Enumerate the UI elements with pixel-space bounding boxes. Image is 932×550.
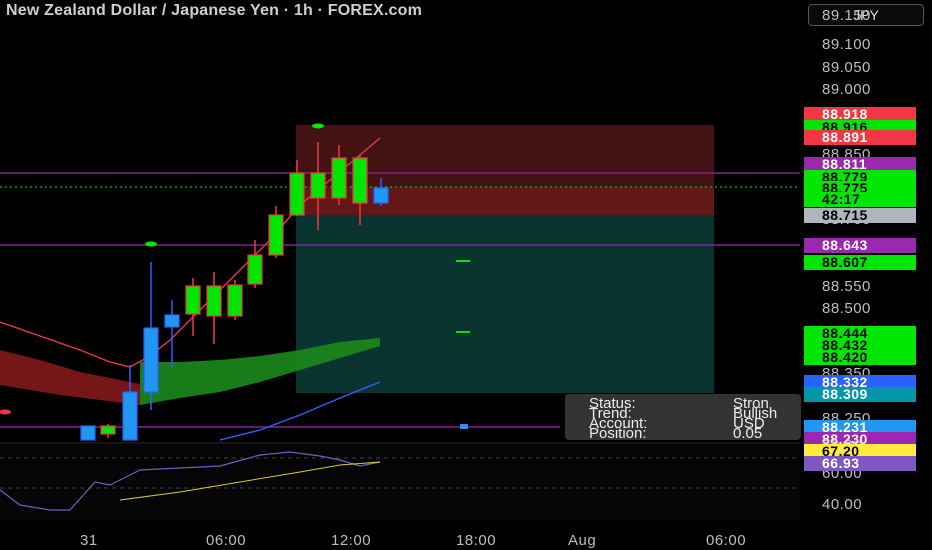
time-axis-label: 06:00 (206, 532, 247, 549)
price-axis-label: 89.150 (822, 7, 871, 24)
candle-down (143, 327, 159, 393)
price-tag: 42:17 (804, 192, 916, 207)
status-value: 0.05 (733, 425, 763, 440)
indicator-pane (0, 444, 800, 520)
signal-marker (145, 241, 157, 247)
price-axis-label: 89.000 (822, 81, 871, 98)
take-profit-zone (296, 215, 714, 393)
candle-up (247, 254, 263, 285)
status-panel: Status: Stron Trend: Bullish Account: USD Posi… (565, 394, 801, 440)
time-axis-label: 31 (80, 532, 98, 549)
price-chart[interactable] (0, 0, 932, 550)
price-axis-label: 88.500 (822, 300, 871, 317)
indicator-axis-label: 40.00 (822, 496, 863, 513)
candle-up (100, 425, 116, 435)
price-tag: 88.715 (804, 208, 916, 223)
status-label: Position: (589, 425, 647, 440)
time-axis-label: Aug (568, 532, 597, 549)
entry-marker (460, 424, 468, 429)
bear-cloud (0, 350, 140, 405)
candle-up (185, 285, 201, 315)
price-tag: 88.420 (804, 350, 916, 365)
candle-down (80, 425, 96, 441)
candle-down (373, 187, 389, 204)
candle-down (164, 314, 180, 328)
candle-up (227, 284, 243, 317)
price-axis-label: 89.050 (822, 59, 871, 76)
time-axis-label: 12:00 (331, 532, 372, 549)
time-axis-label: 18:00 (456, 532, 497, 549)
candle-up (289, 172, 305, 216)
candle-up (310, 172, 326, 199)
price-tag: 88.891 (804, 130, 916, 145)
price-tag: 88.309 (804, 387, 916, 402)
price-tag: 88.643 (804, 238, 916, 253)
candle-down (122, 391, 138, 441)
candle-up (352, 157, 368, 204)
price-axis-label: 88.550 (822, 278, 871, 295)
candle-up (268, 214, 284, 256)
signal-marker (312, 123, 324, 129)
candle-up (206, 285, 222, 317)
price-tag: 88.607 (804, 255, 916, 270)
signal-marker-red (0, 409, 11, 415)
time-axis-label: 06:00 (706, 532, 747, 549)
chart-title: New Zealand Dollar / Japanese Yen · 1h ·… (6, 2, 423, 19)
candle-up (331, 157, 347, 199)
price-axis-label: 89.100 (822, 36, 871, 53)
indicator-tag: 66.93 (804, 456, 916, 471)
